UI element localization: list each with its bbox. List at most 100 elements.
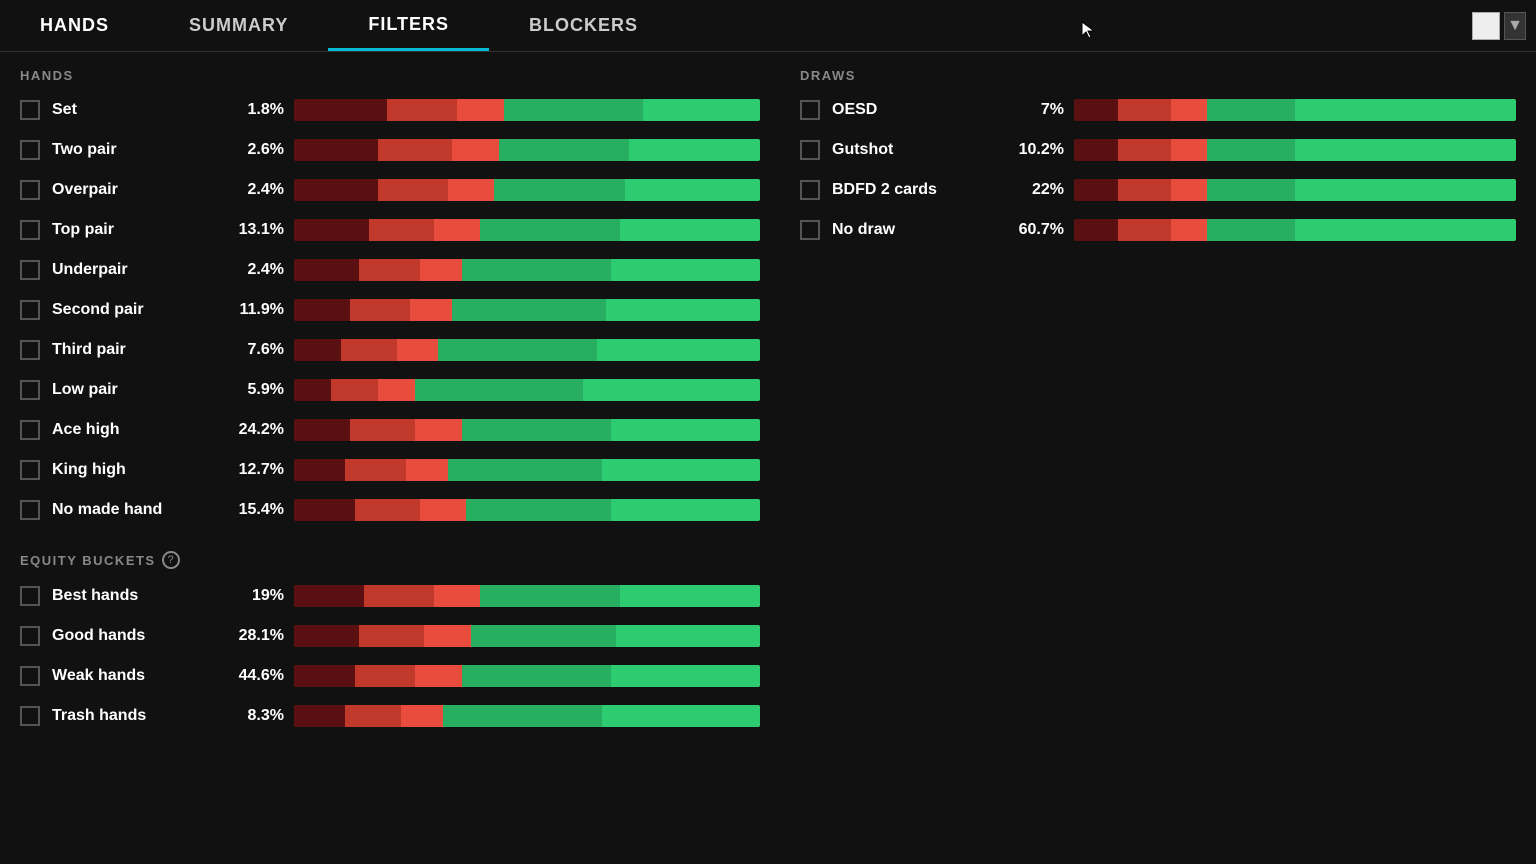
label-no-made: No made hand: [52, 501, 212, 519]
bar-third-pair: [294, 339, 760, 361]
equity-section-header: EQUITY BUCKETS ?: [20, 551, 760, 569]
bar-trash: [294, 705, 760, 727]
pct-best: 19%: [212, 587, 284, 605]
pct-good: 28.1%: [212, 627, 284, 645]
equity-row-good: Good hands28.1%: [20, 619, 760, 653]
hands-row-two-pair: Two pair2.6%: [20, 133, 760, 167]
checkbox-two-pair[interactable]: [20, 140, 40, 160]
pct-third-pair: 7.6%: [212, 341, 284, 359]
label-weak: Weak hands: [52, 667, 212, 685]
hands-row-overpair: Overpair2.4%: [20, 173, 760, 207]
bar-best: [294, 585, 760, 607]
pct-weak: 44.6%: [212, 667, 284, 685]
hands-row-third-pair: Third pair7.6%: [20, 333, 760, 367]
label-second-pair: Second pair: [52, 301, 212, 319]
pct-overpair: 2.4%: [212, 181, 284, 199]
checkbox-underpair[interactable]: [20, 260, 40, 280]
checkbox-second-pair[interactable]: [20, 300, 40, 320]
pct-gutshot: 10.2%: [992, 141, 1064, 159]
tab-hands[interactable]: HANDS: [0, 0, 149, 51]
label-best: Best hands: [52, 587, 212, 605]
tab-blockers[interactable]: BLOCKERS: [489, 0, 678, 51]
bar-underpair: [294, 259, 760, 281]
pct-two-pair: 2.6%: [212, 141, 284, 159]
bar-overpair: [294, 179, 760, 201]
bar-good: [294, 625, 760, 647]
draws-row-gutshot: Gutshot10.2%: [800, 133, 1516, 167]
bar-ace-high: [294, 419, 760, 441]
checkbox-overpair[interactable]: [20, 180, 40, 200]
hands-row-low-pair: Low pair5.9%: [20, 373, 760, 407]
checkbox-bdfd[interactable]: [800, 180, 820, 200]
checkbox-king-high[interactable]: [20, 460, 40, 480]
checkbox-best[interactable]: [20, 586, 40, 606]
bar-low-pair: [294, 379, 760, 401]
checkbox-ace-high[interactable]: [20, 420, 40, 440]
checkbox-set[interactable]: [20, 100, 40, 120]
checkbox-no-draw[interactable]: [800, 220, 820, 240]
label-gutshot: Gutshot: [832, 141, 992, 159]
bar-oesd: [1074, 99, 1516, 121]
bar-weak: [294, 665, 760, 687]
label-underpair: Underpair: [52, 261, 212, 279]
equity-row-trash: Trash hands8.3%: [20, 699, 760, 733]
checkbox-good[interactable]: [20, 626, 40, 646]
main-content: HANDS Set1.8% Two pair2.6% Overpair2.4% Top…: [0, 52, 1536, 864]
tab-summary[interactable]: SUMMARY: [149, 0, 328, 51]
right-column: DRAWS OESD7% Gutshot10.2% BDFD 2 cards22% N…: [800, 68, 1516, 848]
label-good: Good hands: [52, 627, 212, 645]
bar-two-pair: [294, 139, 760, 161]
checkbox-no-made[interactable]: [20, 500, 40, 520]
pct-king-high: 12.7%: [212, 461, 284, 479]
label-low-pair: Low pair: [52, 381, 212, 399]
draws-section-label: DRAWS: [800, 68, 1516, 83]
checkbox-trash[interactable]: [20, 706, 40, 726]
hands-row-top-pair: Top pair13.1%: [20, 213, 760, 247]
pct-second-pair: 11.9%: [212, 301, 284, 319]
checkbox-oesd[interactable]: [800, 100, 820, 120]
hands-row-underpair: Underpair2.4%: [20, 253, 760, 287]
bar-king-high: [294, 459, 760, 481]
checkbox-low-pair[interactable]: [20, 380, 40, 400]
checkbox-third-pair[interactable]: [20, 340, 40, 360]
bar-set: [294, 99, 760, 121]
checkbox-gutshot[interactable]: [800, 140, 820, 160]
hands-rows: Set1.8%Two pair2.6%Overpair2.4%Top pair1…: [20, 93, 760, 527]
pct-underpair: 2.4%: [212, 261, 284, 279]
pct-oesd: 7%: [992, 101, 1064, 119]
hands-section-label: HANDS: [20, 68, 760, 83]
label-top-pair: Top pair: [52, 221, 212, 239]
hands-row-set: Set1.8%: [20, 93, 760, 127]
pct-top-pair: 13.1%: [212, 221, 284, 239]
bar-gutshot: [1074, 139, 1516, 161]
equity-section: EQUITY BUCKETS ? Best hands19% Good hands…: [20, 551, 760, 733]
equity-row-best: Best hands19%: [20, 579, 760, 613]
pct-low-pair: 5.9%: [212, 381, 284, 399]
draws-row-oesd: OESD7%: [800, 93, 1516, 127]
draws-row-bdfd: BDFD 2 cards22%: [800, 173, 1516, 207]
hands-row-no-made: No made hand15.4%: [20, 493, 760, 527]
label-set: Set: [52, 101, 212, 119]
left-column: HANDS Set1.8% Two pair2.6% Overpair2.4% Top…: [20, 68, 760, 848]
equity-info-icon[interactable]: ?: [162, 551, 180, 569]
nav-dropdown-button[interactable]: ▼: [1504, 12, 1526, 40]
draws-rows: OESD7% Gutshot10.2% BDFD 2 cards22% No draw…: [800, 93, 1516, 247]
label-no-draw: No draw: [832, 221, 992, 239]
hands-row-second-pair: Second pair11.9%: [20, 293, 760, 327]
label-third-pair: Third pair: [52, 341, 212, 359]
nav-bar: HANDS SUMMARY FILTERS BLOCKERS ▼: [0, 0, 1536, 52]
label-bdfd: BDFD 2 cards: [832, 181, 992, 199]
equity-row-weak: Weak hands44.6%: [20, 659, 760, 693]
bar-bdfd: [1074, 179, 1516, 201]
checkbox-top-pair[interactable]: [20, 220, 40, 240]
label-oesd: OESD: [832, 101, 992, 119]
nav-square-button[interactable]: [1472, 12, 1500, 40]
tab-filters[interactable]: FILTERS: [328, 0, 489, 51]
pct-ace-high: 24.2%: [212, 421, 284, 439]
equity-rows: Best hands19% Good hands28.1% Weak hands44…: [20, 579, 760, 733]
hands-row-ace-high: Ace high24.2%: [20, 413, 760, 447]
pct-trash: 8.3%: [212, 707, 284, 725]
pct-bdfd: 22%: [992, 181, 1064, 199]
checkbox-weak[interactable]: [20, 666, 40, 686]
label-ace-high: Ace high: [52, 421, 212, 439]
